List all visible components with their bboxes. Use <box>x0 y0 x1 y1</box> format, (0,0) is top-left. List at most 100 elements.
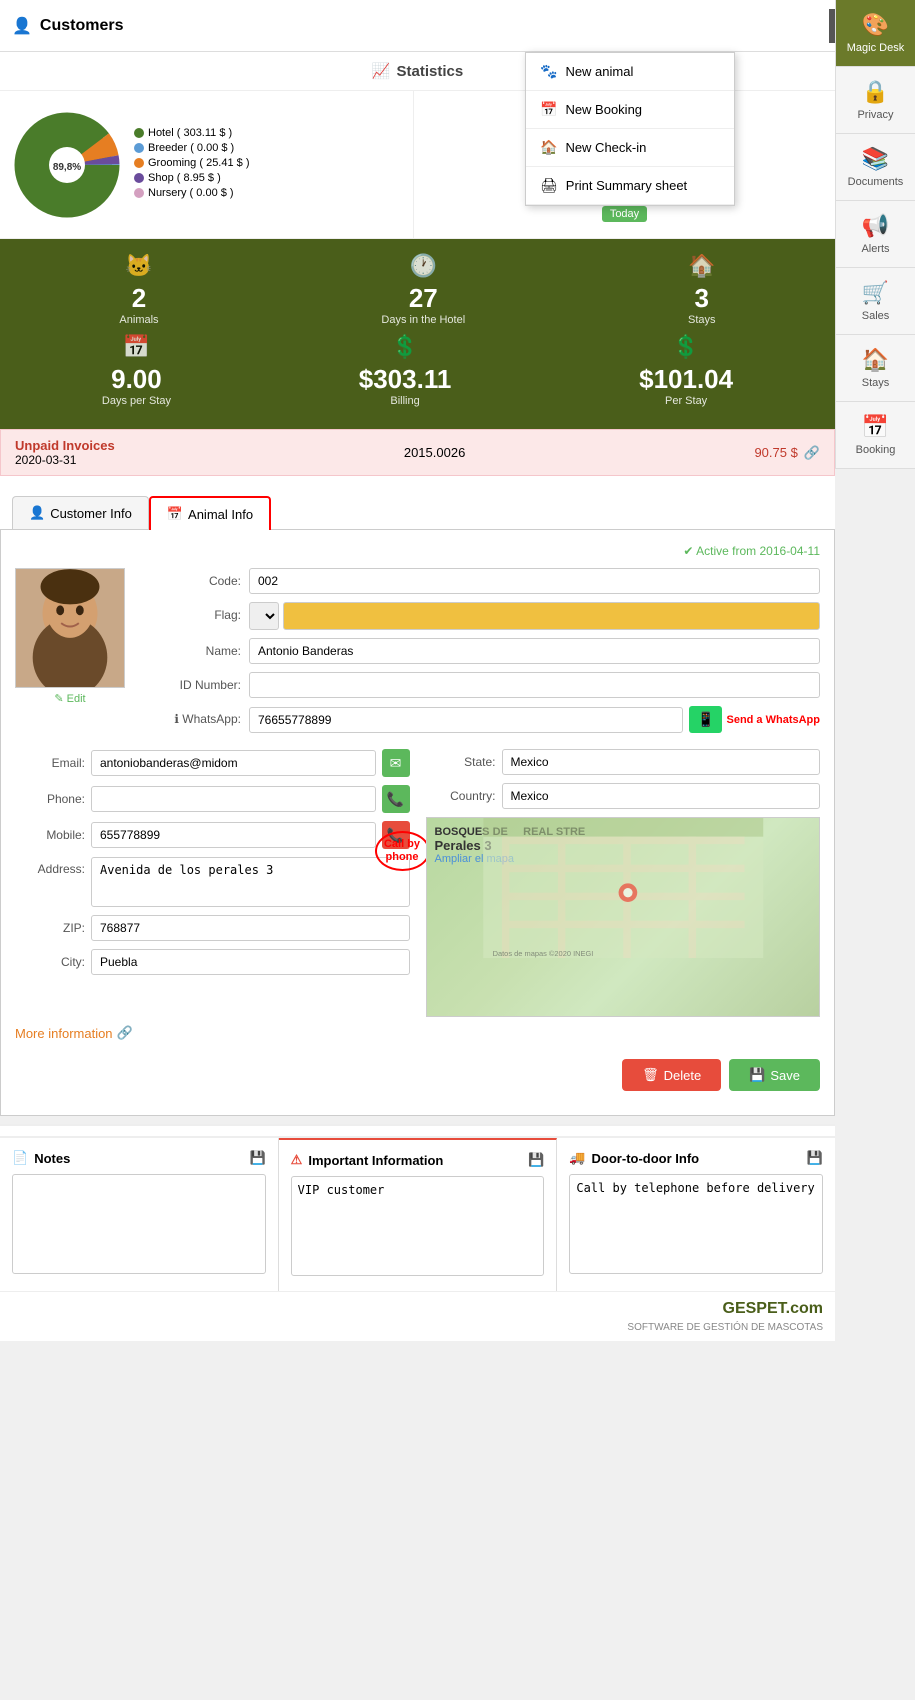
billing-stat-label: Billing <box>390 395 419 407</box>
id-input[interactable] <box>249 672 820 698</box>
whatsapp-input-area: 📱 Send a WhatsApp <box>249 706 820 733</box>
animal-info-icon: 📅 <box>167 506 183 522</box>
notes-save-icon[interactable]: 💾 <box>249 1150 265 1166</box>
left-col: Email: ✉ Phone: 📞 Mobile: 📞 <box>15 749 410 1017</box>
whatsapp-input[interactable] <box>249 707 683 733</box>
phone-call-button[interactable]: 📞 <box>382 785 410 813</box>
flag-select[interactable]: ▼ <box>249 602 279 630</box>
print-summary-item[interactable]: 🖨 Print Summary sheet <box>526 167 734 205</box>
dropdown-menu: 🐾 New animal 📅 New Booking 🏠 New Check-i… <box>525 52 735 206</box>
days-hotel-icon: 🕐 <box>410 253 437 279</box>
days-stay-label: Days per Stay <box>102 395 171 407</box>
phone-input[interactable] <box>91 786 376 812</box>
unpaid-invoices-bar: Unpaid Invoices 2020-03-31 2015.0026 90.… <box>0 429 835 476</box>
email-input[interactable] <box>91 750 376 776</box>
pie-center-label: 89,8% <box>53 162 81 173</box>
action-buttons: 🗑 Delete 💾 Save <box>15 1049 820 1101</box>
animal-icon: 🐾 <box>540 63 557 80</box>
important-title-left: ⚠ Important Information <box>291 1152 444 1168</box>
whatsapp-button[interactable]: 📱 <box>689 706 722 733</box>
country-input[interactable] <box>502 783 821 809</box>
header: 👤 Customers + ☰ <box>0 0 915 52</box>
sidebar-item-documents[interactable]: 📚 Documents <box>836 134 915 201</box>
sidebar-item-booking[interactable]: 📅 Booking <box>836 402 915 469</box>
notes-panel: 📄 Notes 💾 <box>0 1138 279 1291</box>
stat-per-stay: 💲 $101.04 Per Stay <box>639 334 733 407</box>
booking-icon: 📅 <box>540 101 557 118</box>
user-icon: 👤 <box>12 16 32 36</box>
save-button[interactable]: 💾 Save <box>729 1059 820 1091</box>
animals-value: 2 <box>132 283 146 314</box>
right-sidebar: 🎨 Magic Desk 🔒 Privacy 📚 Documents 📢 Ale… <box>835 0 915 469</box>
new-animal-item[interactable]: 🐾 New animal <box>526 53 734 91</box>
important-icon: ⚠ <box>291 1152 303 1168</box>
legend-nursery-label: Nursery ( 0.00 $ ) <box>148 187 234 199</box>
map-content: BOSQUES DE REAL STRE Perales 3 Ampliar e… <box>427 818 820 1016</box>
magicdesk-icon: 🎨 <box>862 12 889 38</box>
brand-label: GESPET.com <box>723 1300 823 1317</box>
email-send-button[interactable]: ✉ <box>382 749 410 777</box>
sidebar-item-alerts[interactable]: 📢 Alerts <box>836 201 915 268</box>
stays-value: 3 <box>695 283 709 314</box>
right-col: State: Country: BOSQUES DE REAL STRE Per <box>426 749 821 1017</box>
legend-grooming-label: Grooming ( 25.41 $ ) <box>148 157 250 169</box>
tab-customer-label: Customer Info <box>50 506 132 521</box>
per-stay-label: Per Stay <box>665 395 707 407</box>
country-label: Country: <box>426 789 496 803</box>
tab-customer-info[interactable]: 👤 Customer Info <box>12 496 149 529</box>
chart-legend: Hotel ( 303.11 $ ) Breeder ( 0.00 $ ) Gr… <box>134 127 250 202</box>
notes-textarea[interactable] <box>12 1174 266 1274</box>
tab-animal-info[interactable]: 📅 Animal Info <box>149 496 271 530</box>
two-col-form: Email: ✉ Phone: 📞 Mobile: 📞 <box>15 749 820 1017</box>
edit-photo-button[interactable]: ✎ Edit <box>15 692 125 705</box>
new-booking-item[interactable]: 📅 New Booking <box>526 91 734 129</box>
name-label: Name: <box>141 638 241 658</box>
important-save-icon[interactable]: 💾 <box>528 1152 544 1168</box>
unpaid-title: Unpaid Invoices <box>15 438 115 453</box>
code-label: Code: <box>141 568 241 588</box>
door-save-icon[interactable]: 💾 <box>807 1150 823 1166</box>
sidebar-item-stays[interactable]: 🏠 Stays <box>836 335 915 402</box>
zip-label: ZIP: <box>15 921 85 935</box>
unpaid-code: 2015.0026 <box>404 445 465 460</box>
tab-area: 👤 Customer Info 📅 Animal Info ✔ Active f… <box>0 476 835 1116</box>
mobile-input[interactable] <box>91 822 376 848</box>
name-input[interactable] <box>249 638 820 664</box>
email-row: Email: ✉ <box>15 749 410 777</box>
green-stats-bar: 🐱 2 Animals 🕐 27 Days in the Hotel 🏠 3 S… <box>0 239 835 429</box>
external-link-icon[interactable]: 🔗 <box>804 445 820 461</box>
mobile-row: Mobile: 📞 Call by phone <box>15 821 410 849</box>
notes-label: Notes <box>34 1151 70 1166</box>
sidebar-label-alerts: Alerts <box>861 243 889 255</box>
per-stay-value: $101.04 <box>639 364 733 395</box>
important-textarea[interactable]: VIP customer <box>291 1176 545 1276</box>
brand-sub: SOFTWARE DE GESTIÓN DE MASCOTAS <box>627 1322 823 1333</box>
save-icon: 💾 <box>749 1067 765 1083</box>
whatsapp-row: ℹ WhatsApp: 📱 Send a WhatsApp <box>141 706 820 733</box>
delete-button[interactable]: 🗑 Delete <box>622 1059 721 1091</box>
print-summary-label: Print Summary sheet <box>566 178 687 193</box>
state-input[interactable] <box>502 749 821 775</box>
active-status: ✔ Active from 2016-04-11 <box>15 544 820 558</box>
unpaid-left: Unpaid Invoices 2020-03-31 <box>15 438 115 467</box>
address-textarea[interactable]: Avenida de los perales 3 <box>91 857 410 907</box>
city-input[interactable] <box>91 949 410 975</box>
zip-input[interactable] <box>91 915 410 941</box>
more-info-link[interactable]: More information 🔗 <box>15 1025 820 1041</box>
new-checkin-item[interactable]: 🏠 New Check-in <box>526 129 734 167</box>
important-label: Important Information <box>308 1153 443 1168</box>
animals-label: Animals <box>119 314 158 326</box>
door-textarea[interactable]: Call by telephone before delivery <box>569 1174 823 1274</box>
send-wa-label: Send a WhatsApp <box>726 714 820 726</box>
flag-color-bar <box>283 602 820 630</box>
today-badge: Today <box>602 206 647 222</box>
flag-row: Flag: ▼ <box>141 602 820 630</box>
sidebar-item-privacy[interactable]: 🔒 Privacy <box>836 67 915 134</box>
sidebar-item-sales[interactable]: 🛒 Sales <box>836 268 915 335</box>
address-row: Address: Avenida de los perales 3 <box>15 857 410 907</box>
tab-animal-label: Animal Info <box>188 507 253 522</box>
code-input[interactable] <box>249 568 820 594</box>
sidebar-item-magicdesk[interactable]: 🎨 Magic Desk <box>836 0 915 67</box>
days-stay-value: 9.00 <box>111 364 162 395</box>
phone-row: Phone: 📞 <box>15 785 410 813</box>
